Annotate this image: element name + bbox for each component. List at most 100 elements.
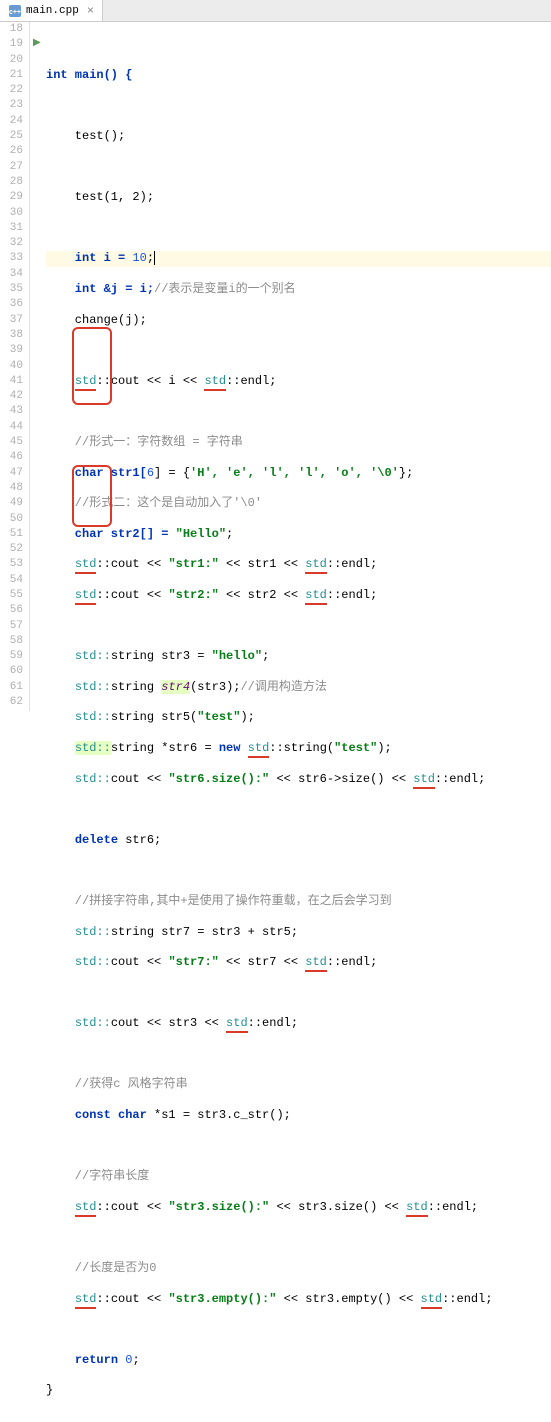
string-literal: "str3.empty():": [168, 1292, 276, 1306]
code-text: ::endl;: [327, 588, 377, 602]
code-text: << str6->size() <<: [269, 772, 413, 786]
code-text: };: [399, 466, 413, 480]
keyword: int i =: [46, 251, 132, 265]
keyword: int &j = i;: [46, 282, 154, 296]
highlighted-var: str4: [161, 680, 190, 694]
code-text: str6;: [118, 833, 161, 847]
keyword: delete: [75, 833, 118, 847]
std: std::: [75, 649, 111, 663]
code-text: ::endl;: [327, 557, 377, 571]
code-text: ] = {: [154, 466, 190, 480]
std-underline: std: [305, 557, 327, 574]
std: std::: [75, 710, 111, 724]
comment: //形式二：这个是自动加入了'\0': [46, 496, 262, 510]
std: std::: [75, 772, 111, 786]
code-text: change(j);: [46, 313, 147, 327]
keyword: return: [75, 1353, 125, 1367]
code-text: ::endl;: [428, 1200, 478, 1214]
std-underline: std: [305, 955, 327, 972]
string-literal: "str1:": [168, 557, 218, 571]
code-text: [46, 955, 75, 969]
run-marker-icon[interactable]: ▶: [33, 37, 41, 49]
code-text: ::endl;: [248, 1016, 298, 1030]
comment: //表示是变量i的一个别名: [154, 282, 296, 296]
code-text: [46, 710, 75, 724]
code-text: ;: [147, 251, 154, 265]
std-underline: std: [204, 374, 226, 391]
code-editor[interactable]: 18 19 20 21 22 23 24 25 26 27 28 29 30 3…: [0, 22, 551, 711]
code-content[interactable]: int main() { test(); test(1, 2); int i =…: [46, 22, 551, 711]
code-text: [46, 649, 75, 663]
code-text: cout <<: [111, 955, 169, 969]
code-text: [46, 1353, 75, 1367]
code-text: string str7 = str3 + str5;: [111, 925, 298, 939]
code-text: cout <<: [111, 772, 169, 786]
std: std::: [75, 680, 111, 694]
code-text: [46, 1200, 75, 1214]
std-underline: std: [248, 741, 270, 758]
code-text: [46, 1292, 75, 1306]
std-underline: std: [75, 1200, 97, 1217]
std-underline: std: [413, 772, 435, 789]
char-literal: 'H', 'e', 'l', 'l', 'o', '\0': [190, 466, 399, 480]
string-literal: "hello": [212, 649, 262, 663]
code-text: ::endl;: [327, 955, 377, 969]
keyword: int main() {: [46, 68, 132, 82]
code-text: ::endl;: [442, 1292, 492, 1306]
std-underline: std: [406, 1200, 428, 1217]
std-underline: std: [421, 1292, 443, 1309]
code-text: string *str6 =: [111, 741, 219, 755]
string-literal: "Hello": [176, 527, 226, 541]
comment: //形式一：字符数组 = 字符串: [46, 435, 243, 449]
code-text: [46, 1108, 75, 1122]
line-numbers: 18 19 20 21 22 23 24 25 26 27 28 29 30 3…: [0, 22, 30, 711]
tab-label: main.cpp: [26, 5, 79, 17]
std-underline: std: [75, 1292, 97, 1309]
code-text: << str3.empty() <<: [276, 1292, 420, 1306]
tab-bar: c++ main.cpp ×: [0, 0, 551, 22]
code-text: ;: [262, 649, 269, 663]
close-icon[interactable]: ×: [87, 4, 94, 18]
std-underline: std: [226, 1016, 248, 1033]
string-literal: "test": [197, 710, 240, 724]
code-text: [46, 680, 75, 694]
string-literal: "str6.size():": [168, 772, 269, 786]
code-text: [46, 557, 75, 571]
code-text: [46, 374, 75, 388]
code-text: string str3 =: [111, 649, 212, 663]
code-text: );: [377, 741, 391, 755]
code-text: cout << str3 <<: [111, 1016, 226, 1030]
keyword: new: [219, 741, 248, 755]
code-text: << str2 <<: [219, 588, 305, 602]
comment: //字符串长度: [46, 1169, 149, 1183]
code-text: string str5(: [111, 710, 197, 724]
number: 0: [125, 1353, 132, 1367]
code-text: ::cout <<: [96, 588, 168, 602]
std: std::: [75, 741, 111, 755]
svg-text:c++: c++: [9, 9, 21, 16]
comment: //拼接字符串,其中+是使用了操作符重载，在之后会学习到: [46, 894, 392, 908]
std: std::: [75, 925, 111, 939]
code-text: [46, 925, 75, 939]
std-underline: std: [75, 588, 97, 605]
comment: //长度是否为0: [46, 1261, 156, 1275]
code-text: ::string(: [269, 741, 334, 755]
code-text: }: [46, 1383, 53, 1397]
code-text: [46, 741, 75, 755]
error-box-mark: [72, 327, 112, 405]
text-cursor: [154, 251, 155, 265]
std-underline: std: [305, 588, 327, 605]
string-literal: "test": [334, 741, 377, 755]
comment: //调用构造方法: [240, 680, 326, 694]
code-text: [46, 1016, 75, 1030]
code-text: << str1 <<: [219, 557, 305, 571]
std-underline: std: [75, 374, 97, 391]
tab-main-cpp[interactable]: c++ main.cpp ×: [0, 0, 103, 21]
code-text: test();: [46, 129, 125, 143]
string-literal: "str7:": [168, 955, 218, 969]
cpp-file-icon: c++: [8, 4, 22, 18]
code-text: ::cout <<: [96, 557, 168, 571]
code-text: *s1 = str3.c_str();: [147, 1108, 291, 1122]
code-text: [46, 833, 75, 847]
code-text: [46, 772, 75, 786]
